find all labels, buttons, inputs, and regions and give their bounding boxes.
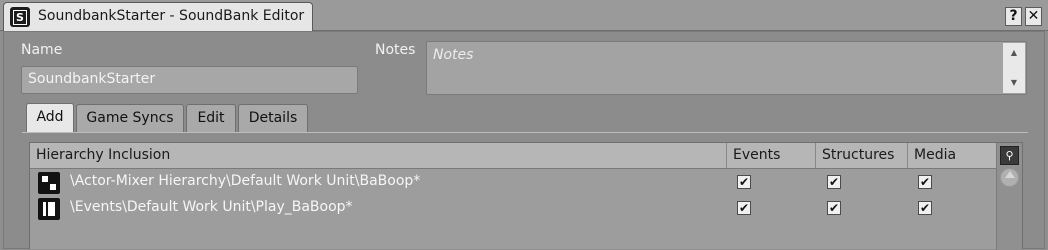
tab-game-syncs[interactable]: Game Syncs [76,104,184,132]
document-tab-title: SoundbankStarter - SoundBank Editor [38,8,305,24]
document-tab[interactable]: S SoundbankStarter - SoundBank Editor [3,2,313,31]
hierarchy-inclusion-table: Hierarchy Inclusion Events Structures Me… [29,142,1023,250]
events-checkbox[interactable]: ✔ [737,175,751,189]
tab-add[interactable]: Add [26,103,74,133]
notes-label: Notes [375,42,416,58]
notes-scrollbar[interactable]: ▲ ▼ [1003,43,1025,93]
media-checkbox[interactable]: ✔ [918,175,932,189]
name-field[interactable]: SoundbankStarter [21,66,358,94]
row-path: \Events\Default Work Unit\Play_BaBoop* [70,199,353,215]
tab-details[interactable]: Details [238,104,308,132]
search-icon[interactable]: ⚲ [1000,146,1019,165]
scroll-to-top-icon[interactable] [1000,168,1019,187]
table-row[interactable]: \Actor-Mixer Hierarchy\Default Work Unit… [30,171,996,195]
structures-checkbox[interactable]: ✔ [827,175,841,189]
table-header: Hierarchy Inclusion Events Structures Me… [30,143,996,169]
events-checkbox[interactable]: ✔ [737,201,751,215]
help-button[interactable]: ? [1005,7,1022,26]
row-path: \Actor-Mixer Hierarchy\Default Work Unit… [70,173,421,189]
close-button[interactable]: ✕ [1025,7,1042,26]
column-header-hierarchy-inclusion[interactable]: Hierarchy Inclusion [30,143,726,168]
column-header-structures[interactable]: Structures [815,143,907,168]
tab-divider [22,132,1028,133]
table-side-toolbar: ⚲ [996,143,1022,250]
column-header-media[interactable]: Media [907,143,996,168]
actor-mixer-workunit-icon [38,172,60,194]
scroll-up-arrow-icon[interactable]: ▲ [1003,45,1025,61]
tab-edit[interactable]: Edit [186,104,236,132]
column-header-events[interactable]: Events [726,143,815,168]
media-checkbox[interactable]: ✔ [918,201,932,215]
structures-checkbox[interactable]: ✔ [827,201,841,215]
events-workunit-icon [38,198,60,220]
soundbank-app-icon: S [10,7,30,27]
document-tab-strip: S SoundbankStarter - SoundBank Editor ? … [0,0,1048,31]
table-row[interactable]: \Events\Default Work Unit\Play_BaBoop* ✔… [30,197,996,221]
name-label: Name [21,42,63,58]
notes-field[interactable]: Notes ▲ ▼ [426,41,1027,95]
scroll-down-arrow-icon[interactable]: ▼ [1003,75,1025,91]
notes-placeholder: Notes [433,47,474,63]
